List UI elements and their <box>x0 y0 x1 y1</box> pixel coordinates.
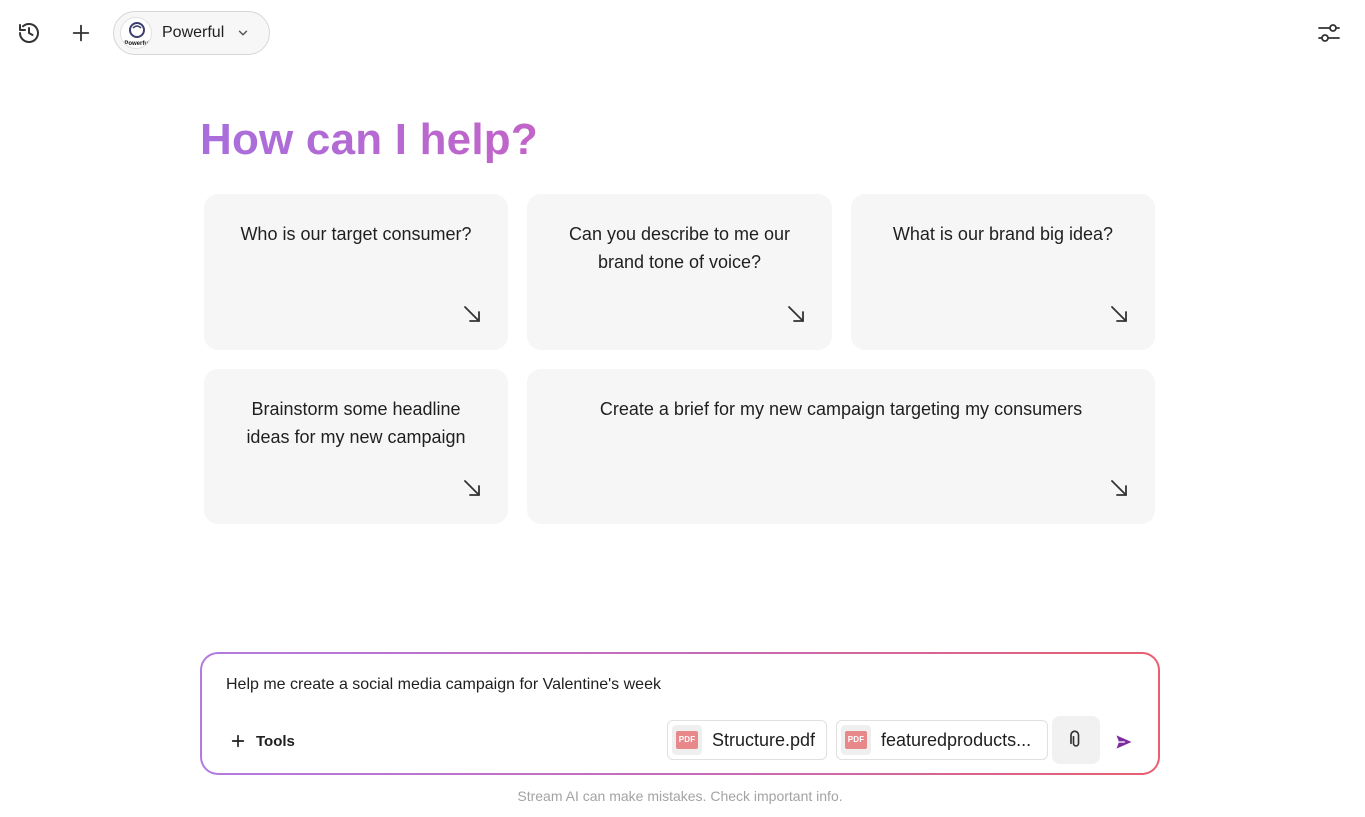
tools-label: Tools <box>256 732 295 750</box>
suggestion-card[interactable]: Can you describe to me our brand tone of… <box>527 194 832 350</box>
suggestion-text: Create a brief for my new campaign targe… <box>599 399 1083 419</box>
model-logo: Powerful <box>120 17 152 49</box>
top-bar: Powerful Powerful <box>0 0 1365 66</box>
suggestion-text: Can you describe to me our brand tone of… <box>568 224 791 272</box>
new-chat-button[interactable] <box>63 15 99 51</box>
model-selector[interactable]: Powerful Powerful <box>113 11 270 55</box>
history-icon <box>19 23 39 43</box>
suggestion-text: Brainstorm some headline ideas for my ne… <box>246 399 466 447</box>
composer-body: Tools PDF Structure.pdf PDF featuredprod… <box>202 654 1158 773</box>
chevron-down-icon <box>239 30 248 36</box>
arrow-down-right-icon <box>464 306 480 322</box>
attachment-chip[interactable]: PDF Structure.pdf <box>667 720 827 760</box>
page-title: How can I help? <box>200 112 538 168</box>
sliders-icon <box>1318 24 1340 42</box>
plus-icon <box>231 734 245 748</box>
arrow-down-right-icon <box>788 306 804 322</box>
paperclip-icon <box>1070 730 1080 747</box>
composer: Tools PDF Structure.pdf PDF featuredprod… <box>200 652 1160 775</box>
arrow-down-right-icon <box>1111 480 1127 496</box>
attachment-chip[interactable]: PDF featuredproducts... <box>836 720 1048 760</box>
tools-button[interactable]: Tools <box>230 728 295 754</box>
attachment-name: featuredproducts... <box>881 729 1032 750</box>
attach-file-button[interactable] <box>1052 716 1100 764</box>
suggestion-card[interactable]: Create a brief for my new campaign targe… <box>527 369 1155 524</box>
history-button[interactable] <box>11 15 47 51</box>
suggestion-card[interactable]: What is our brand big idea? <box>851 194 1155 350</box>
suggestion-card[interactable]: Who is our target consumer? <box>204 194 508 350</box>
model-label: Powerful <box>162 24 225 41</box>
pdf-file-icon: PDF <box>672 725 702 755</box>
settings-button[interactable] <box>1311 15 1347 51</box>
suggestion-card[interactable]: Brainstorm some headline ideas for my ne… <box>204 369 508 524</box>
send-icon <box>1116 735 1132 749</box>
model-logo-text: Powerful <box>124 41 150 47</box>
arrow-down-right-icon <box>1111 306 1127 322</box>
plus-icon <box>72 24 90 42</box>
file-type-label: PDF <box>845 731 867 749</box>
arrow-down-right-icon <box>464 480 480 496</box>
disclaimer: Stream AI can make mistakes. Check impor… <box>517 788 843 804</box>
send-button[interactable] <box>1110 728 1138 756</box>
message-input[interactable] <box>226 676 1106 694</box>
suggestion-text: Who is our target consumer? <box>240 224 472 244</box>
file-type-label: PDF <box>676 731 698 749</box>
suggestion-text: What is our brand big idea? <box>892 224 1114 244</box>
attachment-name: Structure.pdf <box>712 729 816 750</box>
pdf-file-icon: PDF <box>841 725 871 755</box>
